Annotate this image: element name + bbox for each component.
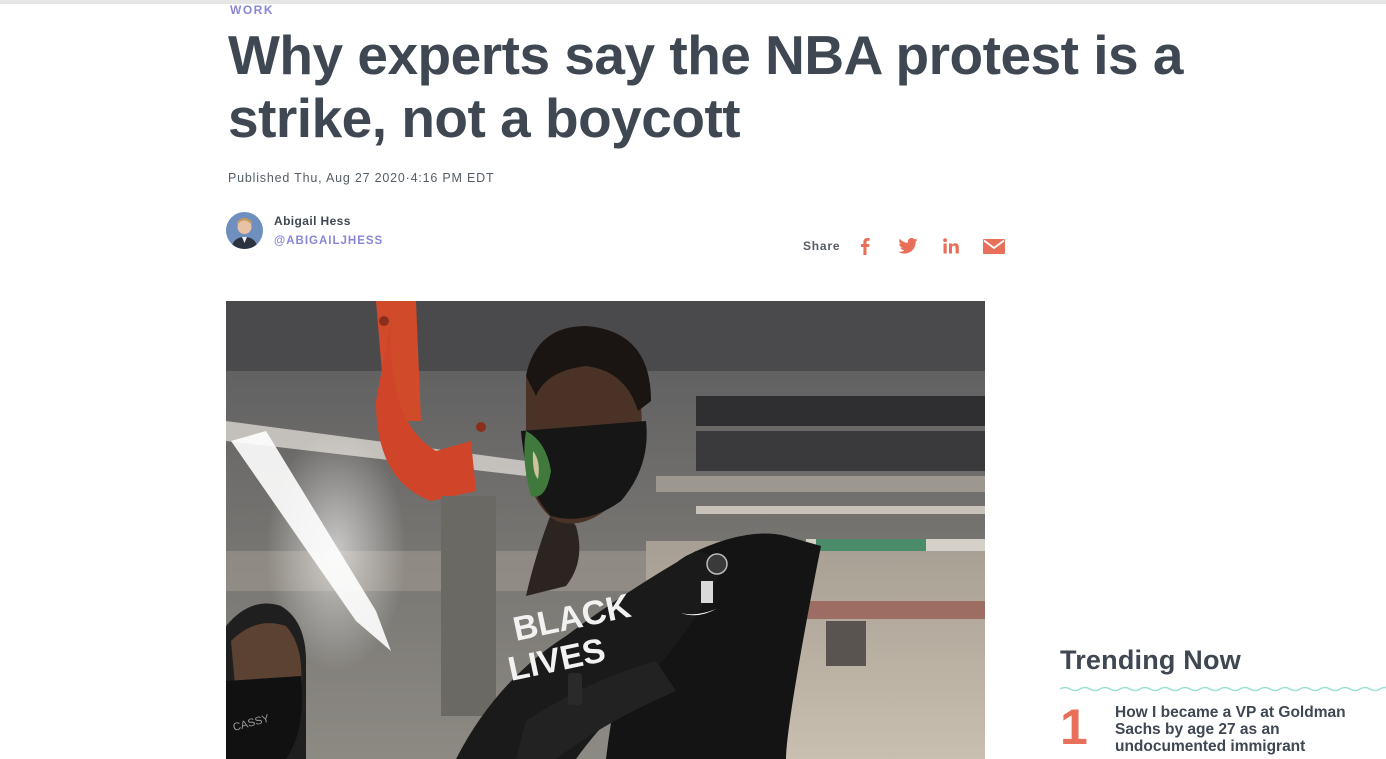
trending-link[interactable]: How I became a VP at Goldman Sachs by ag… [1115,704,1375,755]
wave-divider [1060,686,1386,692]
linkedin-icon [943,238,959,254]
author-byline: Abigail Hess @ABIGAILJHESS [226,212,383,249]
trending-rank: 1 [1060,699,1088,755]
top-divider [0,0,1386,4]
author-twitter-handle[interactable]: @ABIGAILJHESS [274,235,383,247]
email-share-button[interactable] [983,236,1006,256]
linkedin-share-button[interactable] [940,236,962,256]
trending-title: Trending Now [1060,645,1241,675]
twitter-share-button[interactable] [897,236,919,256]
twitter-icon [898,238,918,254]
hero-photo: BLACK LIVES CASSY [226,301,985,759]
share-label: Share [803,239,841,253]
hero-image: BLACK LIVES CASSY [226,301,985,759]
share-bar: Share [803,236,1006,256]
article-headline: Why experts say the NBA protest is a str… [228,24,1183,149]
author-name[interactable]: Abigail Hess [274,214,383,228]
publish-date: Published Thu, Aug 27 2020·4:16 PM EDT [228,171,495,185]
trending-now: Trending Now 1 How I became a VP at Gold… [1060,645,1386,755]
category-link[interactable]: WORK [230,3,274,17]
facebook-icon [861,238,870,255]
author-avatar[interactable] [226,212,263,249]
trending-item[interactable]: 1 How I became a VP at Goldman Sachs by … [1060,699,1386,755]
facebook-share-button[interactable] [854,236,876,256]
email-icon [983,238,1006,254]
